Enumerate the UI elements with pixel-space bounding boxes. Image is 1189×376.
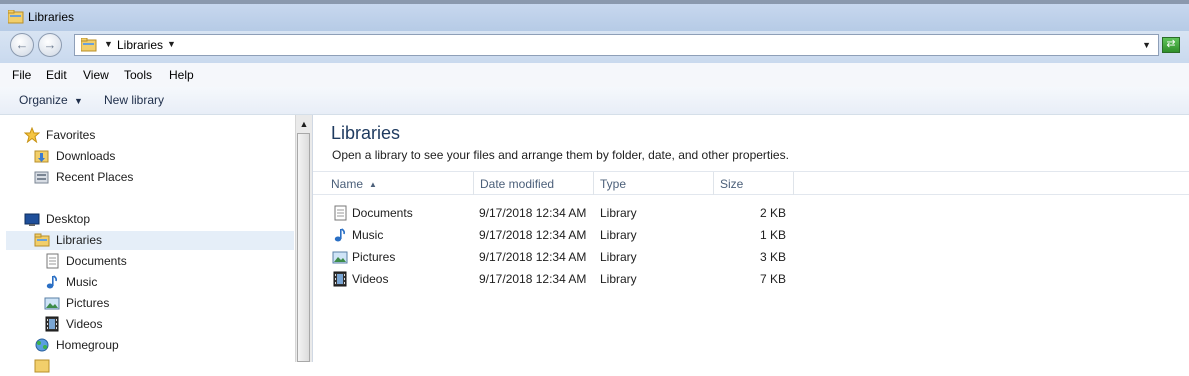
homegroup-icon xyxy=(35,338,49,352)
row-size: 3 KB xyxy=(759,250,786,264)
chevron-down-icon[interactable]: ▼ xyxy=(104,39,113,49)
content-pane: Libraries Open a library to see your fil… xyxy=(313,115,1189,362)
libraries-folder-icon xyxy=(34,233,50,247)
chevron-down-icon[interactable]: ▼ xyxy=(167,39,176,49)
table-row[interactable]: Documents 9/17/2018 12:34 AM Library 2 K… xyxy=(313,202,1189,224)
scroll-thumb[interactable] xyxy=(297,133,310,362)
new-library-button[interactable]: New library xyxy=(104,93,164,107)
column-separator[interactable] xyxy=(713,172,714,195)
column-header-type[interactable]: Type xyxy=(600,177,626,191)
row-name: Music xyxy=(352,228,384,242)
table-row[interactable]: Pictures 9/17/2018 12:34 AM Library 3 KB xyxy=(313,246,1189,268)
menu-view[interactable]: View xyxy=(83,68,109,82)
menu-edit[interactable]: Edit xyxy=(46,68,67,82)
row-date: 9/17/2018 12:34 AM xyxy=(479,250,587,264)
libraries-folder-icon xyxy=(8,10,24,24)
row-date: 9/17/2018 12:34 AM xyxy=(479,272,587,286)
nav-pane-scrollbar[interactable]: ▲ xyxy=(295,115,312,362)
refresh-button[interactable]: ⇄ xyxy=(1162,37,1180,53)
row-name: Pictures xyxy=(352,250,396,264)
column-separator[interactable] xyxy=(473,172,474,195)
nav-label: Favorites xyxy=(46,128,96,142)
row-date: 9/17/2018 12:34 AM xyxy=(479,206,587,220)
menu-bar: File Edit View Tools Help xyxy=(0,63,1189,87)
column-separator[interactable] xyxy=(593,172,594,195)
title-bar: Libraries xyxy=(0,0,1189,31)
row-date: 9/17/2018 12:34 AM xyxy=(479,228,587,242)
column-header-date[interactable]: Date modified xyxy=(480,177,554,191)
music-note-icon xyxy=(46,275,58,289)
address-history-dropdown-icon[interactable]: ▼ xyxy=(1142,40,1151,50)
scroll-up-arrow-icon[interactable]: ▲ xyxy=(297,117,311,131)
nav-label: Recent Places xyxy=(56,170,134,184)
forward-button[interactable]: → xyxy=(38,33,62,57)
table-row[interactable]: Music 9/17/2018 12:34 AM Library 1 KB xyxy=(313,224,1189,246)
row-type: Library xyxy=(600,228,637,242)
window-title: Libraries xyxy=(28,10,75,24)
row-type: Library xyxy=(600,206,637,220)
downloads-folder-icon xyxy=(34,150,49,163)
chevron-down-icon[interactable]: ▼ xyxy=(74,96,83,106)
picture-icon xyxy=(44,297,60,310)
row-type: Library xyxy=(600,250,637,264)
organize-button[interactable]: Organize xyxy=(19,93,68,107)
page-subtitle: Open a library to see your files and arr… xyxy=(332,148,789,162)
back-button[interactable]: ← xyxy=(10,33,34,57)
nav-label: Music xyxy=(66,275,98,289)
film-icon xyxy=(45,316,59,332)
menu-file[interactable]: File xyxy=(12,68,31,82)
film-icon xyxy=(333,271,347,287)
music-note-icon xyxy=(334,228,346,242)
row-size: 1 KB xyxy=(759,228,786,242)
nav-label: Libraries xyxy=(56,233,103,247)
column-header-row: Name ▲ Date modified Type Size xyxy=(313,171,1189,195)
breadcrumb-libraries[interactable]: Libraries xyxy=(117,38,163,52)
row-name: Documents xyxy=(352,206,413,220)
column-separator[interactable] xyxy=(793,172,794,195)
star-icon xyxy=(24,127,40,143)
row-type: Library xyxy=(600,272,637,286)
nav-label: Homegroup xyxy=(56,338,119,352)
libraries-folder-icon xyxy=(81,38,97,52)
column-header-name[interactable]: Name xyxy=(331,177,363,191)
document-library-icon xyxy=(46,253,59,269)
menu-help[interactable]: Help xyxy=(169,68,194,82)
nav-label: Desktop xyxy=(46,212,91,226)
document-library-icon xyxy=(334,205,347,221)
navigation-pane: Favorites Downloads Recent Places Deskto… xyxy=(0,115,295,373)
row-name: Videos xyxy=(352,272,389,286)
nav-label: Downloads xyxy=(56,149,116,163)
row-size: 2 KB xyxy=(759,206,786,220)
nav-label: Pictures xyxy=(66,296,110,310)
table-row[interactable]: Videos 9/17/2018 12:34 AM Library 7 KB xyxy=(313,268,1189,290)
address-box[interactable]: ▼ Libraries ▼ ▼ xyxy=(74,34,1159,56)
picture-icon xyxy=(332,251,348,264)
nav-label: Documents xyxy=(66,254,127,268)
sort-ascending-icon: ▲ xyxy=(369,180,377,189)
nav-label: Videos xyxy=(66,317,103,331)
recent-places-icon xyxy=(34,171,49,184)
folder-icon xyxy=(34,359,50,373)
menu-tools[interactable]: Tools xyxy=(124,68,152,82)
command-bar: Organize ▼ New library xyxy=(0,87,1189,115)
desktop-icon xyxy=(24,213,40,226)
column-header-size[interactable]: Size xyxy=(720,177,743,191)
page-title: Libraries xyxy=(331,123,401,143)
address-bar-area: ← → ▼ Libraries ▼ ▼ ⇄ xyxy=(0,31,1189,63)
row-size: 7 KB xyxy=(759,272,786,286)
